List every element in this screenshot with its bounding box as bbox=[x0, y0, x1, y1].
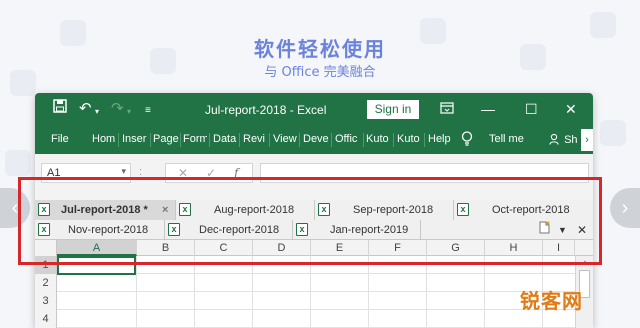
menu-insert[interactable]: Inser bbox=[122, 133, 148, 145]
share-icon bbox=[549, 133, 564, 146]
grid-line bbox=[484, 256, 485, 328]
sign-in-button[interactable]: Sign in bbox=[367, 100, 419, 119]
lightbulb-icon[interactable] bbox=[461, 131, 473, 149]
redo-dropdown-icon[interactable]: ▾ bbox=[127, 102, 131, 122]
grid-line bbox=[426, 256, 427, 328]
headline: 软件轻松使用 bbox=[254, 37, 386, 61]
menu-file[interactable]: File bbox=[51, 133, 71, 145]
ribbon-menu: File Hom Inser Page Form Data Revi View … bbox=[35, 126, 593, 154]
menu-separator bbox=[424, 133, 425, 147]
undo-dropdown-icon[interactable]: ▾ bbox=[95, 102, 99, 122]
watermark-logo: 锐客网 bbox=[520, 289, 583, 313]
title-bar: ↶ ▾ ↷ ▾ ≡ Jul-report-2018 - Excel Sign i… bbox=[35, 93, 593, 126]
menu-separator bbox=[299, 133, 300, 147]
menu-kutools[interactable]: Kuto bbox=[366, 133, 392, 145]
row-header[interactable]: 2 bbox=[35, 274, 57, 292]
minimize-icon[interactable]: — bbox=[481, 99, 495, 119]
grid-line bbox=[252, 256, 253, 328]
menu-separator bbox=[331, 133, 332, 147]
menu-data[interactable]: Data bbox=[213, 133, 237, 145]
menu-review[interactable]: Revi bbox=[243, 133, 267, 145]
table-row: 2 bbox=[35, 274, 575, 292]
menu-separator bbox=[393, 133, 394, 147]
menu-separator bbox=[150, 133, 151, 147]
grid-line bbox=[368, 256, 369, 328]
grid-line bbox=[310, 256, 311, 328]
menu-separator bbox=[363, 133, 364, 147]
menu-separator bbox=[118, 133, 119, 147]
menu-separator bbox=[209, 133, 210, 147]
menu-office-tab[interactable]: Offic bbox=[335, 133, 361, 145]
menu-separator bbox=[180, 133, 181, 147]
undo-icon[interactable]: ↶ bbox=[79, 99, 92, 119]
menu-help[interactable]: Help bbox=[428, 133, 454, 145]
menu-separator bbox=[269, 133, 270, 147]
ribbon-scroll-right-icon[interactable]: › bbox=[581, 129, 593, 151]
row-header[interactable]: 3 bbox=[35, 292, 57, 310]
customize-toolbar-icon[interactable]: ≡ bbox=[145, 101, 151, 121]
table-row: 3 bbox=[35, 292, 575, 310]
redo-icon[interactable]: ↷ bbox=[111, 99, 124, 119]
menu-view[interactable]: View bbox=[273, 133, 297, 145]
highlight-frame bbox=[18, 177, 602, 265]
close-icon[interactable]: ✕ bbox=[565, 99, 577, 119]
grid-line bbox=[136, 256, 137, 328]
share-label: Sh bbox=[564, 134, 578, 146]
menu-kutools-plus[interactable]: Kuto bbox=[397, 133, 423, 145]
row-header[interactable]: 4 bbox=[35, 310, 57, 328]
maximize-icon[interactable]: ☐ bbox=[525, 99, 538, 119]
menu-developer[interactable]: Deve bbox=[303, 133, 329, 145]
menu-home[interactable]: Hom bbox=[92, 133, 115, 145]
grid-line bbox=[194, 256, 195, 328]
menu-page-layout[interactable]: Page bbox=[153, 133, 179, 145]
subheadline: 与 Office 完美融合 bbox=[264, 65, 376, 80]
ribbon-display-icon[interactable] bbox=[440, 99, 454, 119]
menu-formulas[interactable]: Form bbox=[183, 133, 207, 145]
tell-me-search[interactable]: Tell me bbox=[489, 133, 524, 145]
save-icon[interactable] bbox=[53, 99, 67, 119]
document-title: Jul-report-2018 - Excel bbox=[205, 103, 327, 117]
menu-separator bbox=[239, 133, 240, 147]
share-button[interactable]: Sh bbox=[549, 133, 579, 146]
chevron-down-icon[interactable]: ▾ bbox=[121, 166, 126, 177]
table-row: 4 bbox=[35, 310, 575, 328]
